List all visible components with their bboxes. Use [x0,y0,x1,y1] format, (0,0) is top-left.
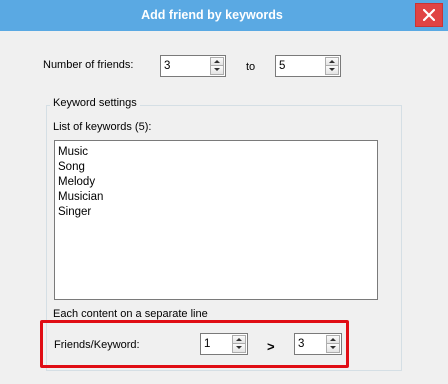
number-of-friends-label: Number of friends: [43,59,134,71]
keyword-line: Melody [58,176,96,188]
close-icon [423,9,435,21]
close-button[interactable] [415,3,443,27]
friends-min-up-button[interactable] [210,57,224,66]
friends-max-down-button[interactable] [325,66,339,75]
per-keyword-min-spinner[interactable]: 1 [200,333,248,355]
range-separator: > [267,339,275,354]
friends-min-spinner[interactable]: 3 [160,55,226,77]
to-label: to [246,61,256,73]
friends-min-value[interactable]: 3 [164,56,170,76]
per-keyword-max-spinner[interactable]: 3 [294,333,342,355]
keyword-line: Singer [58,206,92,218]
keyword-list-label: List of keywords (5): [53,121,152,133]
per-keyword-min-up-button[interactable] [232,335,246,344]
title-bar: Add friend by keywords [0,0,448,31]
friends-max-value[interactable]: 5 [279,56,285,76]
keyword-hint-label: Each content on a separate line [53,308,208,320]
keyword-settings-title: Keyword settings [50,97,140,109]
keyword-line: Music [58,146,89,158]
per-keyword-max-up-button[interactable] [326,335,340,344]
friends-max-spinner[interactable]: 5 [275,55,341,77]
per-keyword-max-value[interactable]: 3 [298,334,304,354]
friends-max-up-button[interactable] [325,57,339,66]
friends-min-down-button[interactable] [210,66,224,75]
window-title: Add friend by keywords [141,8,283,22]
keyword-line: Song [58,161,85,173]
per-keyword-min-value[interactable]: 1 [204,334,210,354]
keyword-line: Musician [58,191,104,203]
per-keyword-max-down-button[interactable] [326,344,340,353]
keyword-list-textarea[interactable]: Music Song Melody Musician Singer [54,140,378,300]
per-keyword-min-down-button[interactable] [232,344,246,353]
friends-per-keyword-label: Friends/Keyword: [54,339,140,351]
